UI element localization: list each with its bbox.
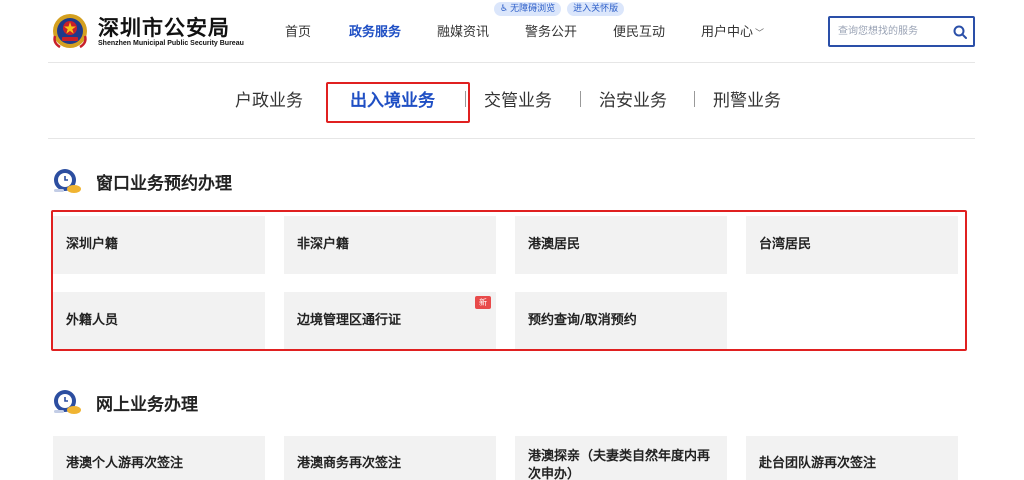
service-card-hk-individual[interactable]: 港澳个人游再次签注 (53, 436, 265, 480)
search-box (828, 16, 975, 47)
nav-gov-services[interactable]: 政务服务 (349, 21, 401, 40)
wheelchair-icon: ♿ (500, 4, 509, 14)
clock-hand-icon (54, 169, 81, 193)
accessibility-badge[interactable]: ♿ 无障碍浏览 (494, 2, 562, 16)
window-services-highlight (51, 210, 967, 351)
accessibility-label: 无障碍浏览 (510, 4, 556, 14)
care-mode-badge[interactable]: 进入关怀版 (567, 2, 625, 16)
search-button[interactable] (947, 18, 973, 45)
service-card-hk-family[interactable]: 港澳探亲（夫妻类自然年度内再次申办） (515, 436, 727, 480)
card-label: 港澳个人游再次签注 (66, 456, 184, 471)
card-label: 赴台团队游再次签注 (759, 456, 877, 471)
tab-public-order[interactable]: 治安业务 (599, 86, 667, 111)
nav-user-center-label: 用户中心 (701, 25, 754, 40)
site-subtitle: Shenzhen Municipal Public Security Burea… (98, 40, 244, 47)
section-header-online: 网上业务办理 (50, 387, 198, 417)
top-badges: ♿ 无障碍浏览 进入关怀版 (494, 2, 625, 16)
service-card-taiwan-group[interactable]: 赴台团队游再次签注 (746, 436, 958, 480)
nav-interaction[interactable]: 便民互动 (613, 21, 665, 40)
section-title-window: 窗口业务预约办理 (96, 173, 232, 194)
site-title[interactable]: 深圳市公安局 (98, 12, 230, 42)
police-emblem-logo[interactable] (50, 10, 90, 50)
tab-separator (694, 91, 695, 107)
active-tab-highlight (326, 82, 470, 123)
card-label: 港澳商务再次签注 (297, 456, 402, 471)
nav-user-center[interactable]: 用户中心 ﹀ (701, 21, 764, 40)
tab-separator (580, 91, 581, 107)
nav-media[interactable]: 融媒资讯 (437, 21, 489, 40)
category-tabs: 户政业务 出入境业务 交管业务 治安业务 刑警业务 (0, 86, 1024, 116)
section-title-online: 网上业务办理 (96, 394, 198, 415)
search-input[interactable] (830, 18, 947, 45)
tab-household[interactable]: 户政业务 (235, 86, 303, 111)
nav-police-open[interactable]: 警务公开 (525, 21, 577, 40)
service-card-hk-business[interactable]: 港澳商务再次签注 (284, 436, 496, 480)
card-label: 港澳探亲（夫妻类自然年度内再次申办） (528, 449, 711, 480)
tab-criminal[interactable]: 刑警业务 (713, 86, 781, 111)
site-header: 深圳市公安局 Shenzhen Municipal Public Securit… (0, 0, 1024, 62)
search-icon (953, 25, 967, 39)
care-mode-label: 进入关怀版 (573, 4, 619, 14)
chevron-down-icon: ﹀ (755, 29, 765, 39)
tabs-divider (48, 138, 975, 139)
section-header-window: 窗口业务预约办理 (50, 166, 232, 196)
clock-hand-icon (54, 390, 81, 414)
tab-traffic[interactable]: 交管业务 (484, 86, 552, 111)
nav-home[interactable]: 首页 (285, 21, 311, 40)
header-divider (48, 62, 975, 63)
